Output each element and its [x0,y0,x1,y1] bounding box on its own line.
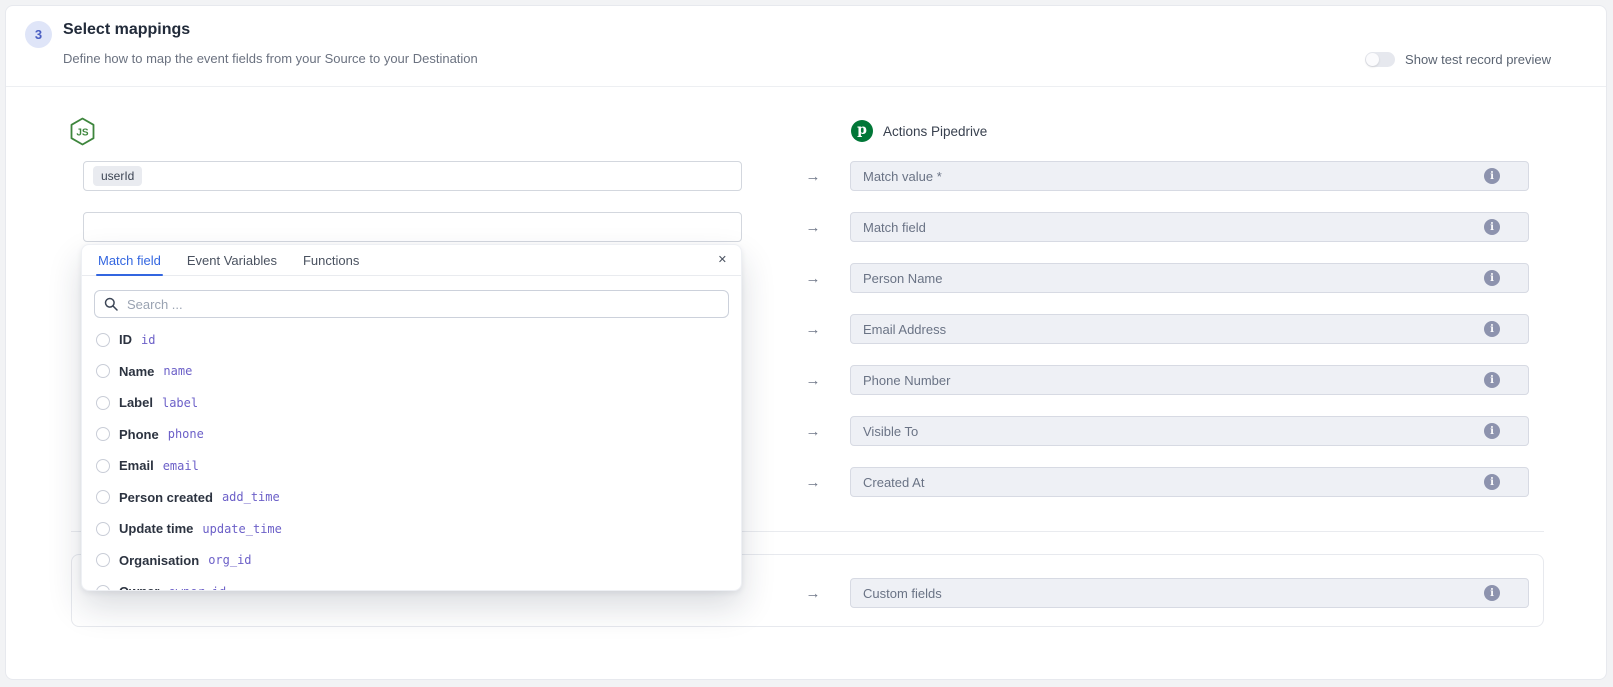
destination-field-label: Created At [863,475,1484,490]
dropdown-option[interactable]: Owner owner_id [82,576,741,591]
info-icon[interactable]: i [1484,372,1500,388]
option-label: Name [119,364,154,379]
mapping-arrow-icon: → [799,467,827,497]
option-label: ID [119,332,132,347]
info-icon[interactable]: i [1484,321,1500,337]
info-icon[interactable]: i [1484,168,1500,184]
dropdown-option[interactable]: ID id [82,324,741,356]
option-code: org_id [208,553,251,567]
option-code: phone [168,427,204,441]
dropdown-option[interactable]: Email email [82,450,741,482]
option-code: update_time [202,522,281,536]
mappings-content: JS p Actions Pipedrive userId → Match val… [6,87,1606,679]
tab-match-field[interactable]: Match field [98,245,161,275]
destination-header: p Actions Pipedrive [851,120,987,142]
info-icon[interactable]: i [1484,474,1500,490]
svg-text:JS: JS [76,128,89,139]
destination-field[interactable]: Person Namei [850,263,1529,293]
header: 3 Select mappings Define how to map the … [6,6,1606,87]
destination-field-label: Email Address [863,322,1484,337]
info-icon[interactable]: i [1484,270,1500,286]
dropdown-tabbar: Match field Event Variables Functions ✕ [82,245,741,276]
option-code: label [162,396,198,410]
toggle-label: Show test record preview [1405,52,1551,67]
radio-button-icon[interactable] [96,490,110,504]
mapping-arrow-icon: → [799,212,827,242]
dropdown-option[interactable]: Label label [82,387,741,419]
mapping-arrow-icon: → [799,314,827,344]
option-label: Update time [119,521,193,536]
radio-button-icon[interactable] [96,364,110,378]
option-code: id [141,333,155,347]
dropdown-option[interactable]: Organisation org_id [82,545,741,577]
destination-field-label: Custom fields [863,586,1484,601]
option-code: owner_id [168,585,226,591]
option-code: email [163,459,199,473]
destination-field-label: Match value * [863,169,1484,184]
pipedrive-icon: p [851,120,873,142]
step-badge: 3 [25,21,52,48]
field-picker-dropdown: Match field Event Variables Functions ✕ ID… [81,244,742,591]
dropdown-searchbox [94,290,729,318]
option-label: Email [119,458,154,473]
option-label: Organisation [119,553,199,568]
destination-field-label: Phone Number [863,373,1484,388]
mapping-arrow-icon: → [799,263,827,293]
radio-button-icon[interactable] [96,585,110,591]
info-icon[interactable]: i [1484,423,1500,439]
page-title: Select mappings [63,21,190,39]
select-mappings-screen: 3 Select mappings Define how to map the … [0,0,1613,687]
source-value-chip[interactable]: userId [93,166,142,186]
destination-field-label: Match field [863,220,1484,235]
mapping-arrow-icon: → [799,416,827,446]
radio-button-icon[interactable] [96,396,110,410]
step-number: 3 [35,27,42,42]
dropdown-option[interactable]: Person created add_time [82,482,741,514]
dropdown-option[interactable]: Phone phone [82,419,741,451]
option-code: add_time [222,490,280,504]
option-label: Phone [119,427,159,442]
dropdown-option[interactable]: Update time update_time [82,513,741,545]
nodejs-icon: JS [69,117,96,146]
radio-button-icon[interactable] [96,459,110,473]
dropdown-tabs: Match field Event Variables Functions [98,245,359,275]
destination-field[interactable]: Match fieldi [850,212,1529,242]
radio-button-icon[interactable] [96,427,110,441]
search-input[interactable] [125,296,719,313]
radio-button-icon[interactable] [96,333,110,347]
destination-field[interactable]: Visible Toi [850,416,1529,446]
destination-field-label: Visible To [863,424,1484,439]
tab-functions[interactable]: Functions [303,245,359,275]
destination-title: Actions Pipedrive [883,124,987,139]
info-icon[interactable]: i [1484,585,1500,601]
source-field-input-empty[interactable] [83,212,742,242]
test-record-toggle-row: Show test record preview [1365,52,1551,67]
option-label: Person created [119,490,213,505]
option-code: name [163,364,192,378]
dropdown-option-list: ID id Name name Label label Phone phone Email ema… [82,324,741,591]
radio-button-icon[interactable] [96,522,110,536]
option-label: Label [119,395,153,410]
show-test-record-toggle[interactable] [1365,52,1395,67]
radio-button-icon[interactable] [96,553,110,567]
destination-field[interactable]: Created Ati [850,467,1529,497]
destination-field[interactable]: Phone Numberi [850,365,1529,395]
info-icon[interactable]: i [1484,219,1500,235]
page-subtitle: Define how to map the event fields from … [63,51,478,66]
search-icon [104,297,118,311]
option-label: Owner [119,584,159,591]
destination-field-label: Person Name [863,271,1484,286]
page-card: 3 Select mappings Define how to map the … [5,5,1607,680]
dropdown-option[interactable]: Name name [82,356,741,388]
destination-field[interactable]: Email Addressi [850,314,1529,344]
tab-event-variables[interactable]: Event Variables [187,245,277,275]
close-icon[interactable]: ✕ [718,253,727,266]
mapping-arrow-icon: → [799,365,827,395]
toggle-knob-icon [1366,53,1379,66]
destination-field-custom[interactable]: Custom fields i [850,578,1529,608]
source-field-input-userid[interactable]: userId [83,161,742,191]
mapping-arrow-icon: → [799,578,827,608]
destination-field[interactable]: Match value *i [850,161,1529,191]
mapping-arrow-icon: → [799,161,827,191]
